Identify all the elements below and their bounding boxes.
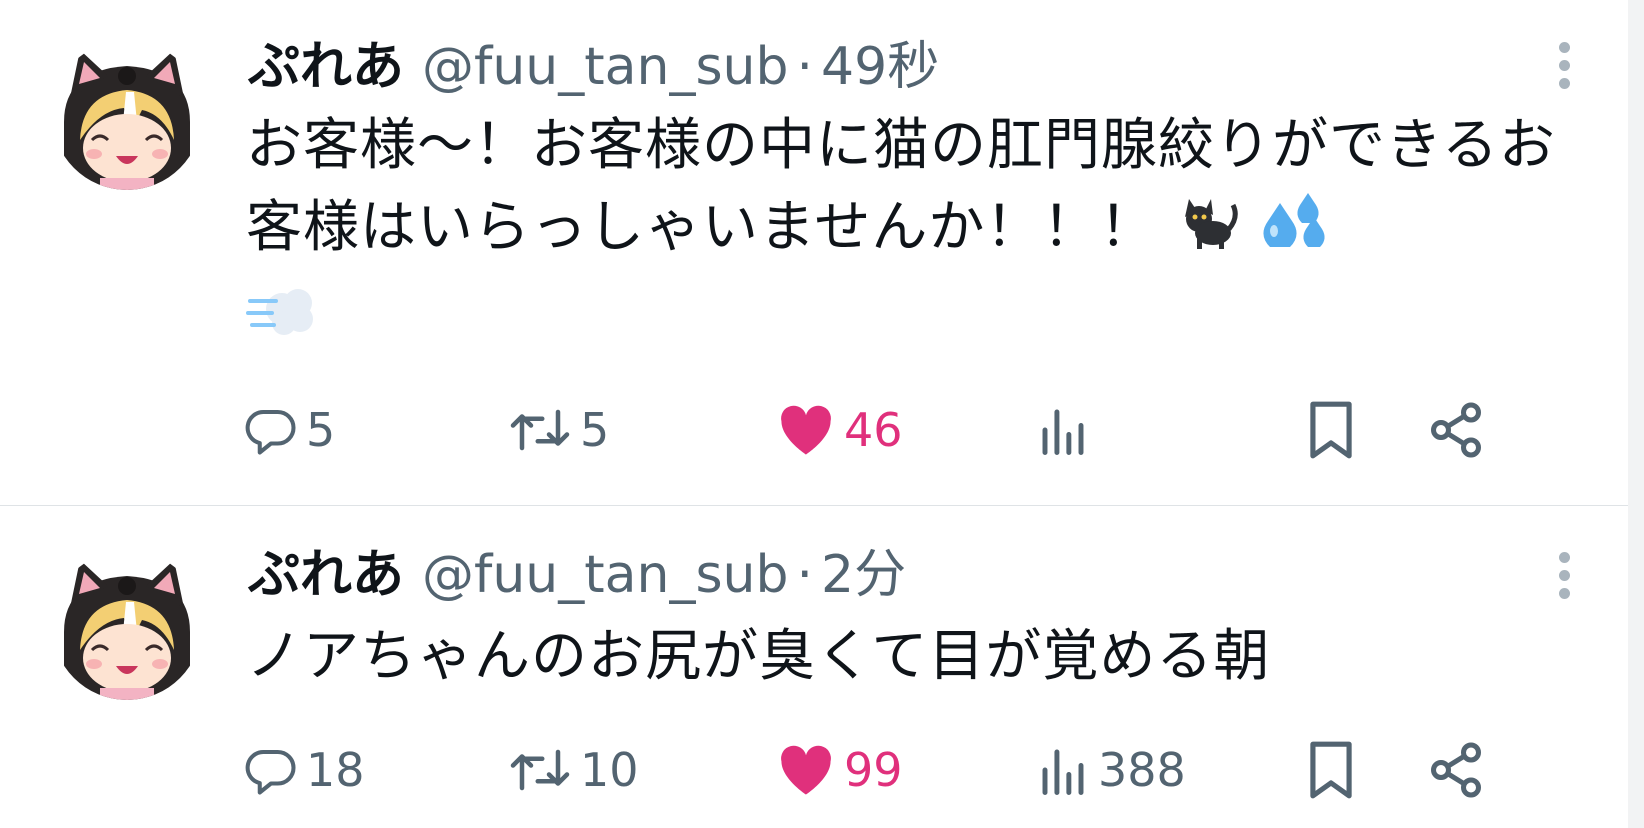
retweet-button[interactable]: 5 (508, 395, 609, 465)
timestamp[interactable]: 49秒 (821, 37, 939, 97)
heart-icon (781, 745, 831, 795)
like-button[interactable]: 99 (776, 735, 903, 805)
scrollbar[interactable] (1628, 0, 1644, 828)
bookmark-icon (1310, 401, 1352, 459)
like-count: 46 (844, 403, 903, 457)
display-name[interactable]: ぷれあ (248, 545, 404, 605)
sweat-droplets-emoji (1258, 187, 1330, 274)
tweet-header: ぷれあ @fuu_tan_sub · 2分 (248, 540, 906, 610)
share-icon (1431, 742, 1481, 798)
retweet-icon (510, 749, 570, 791)
analytics-icon (1042, 409, 1084, 455)
heart-icon (781, 405, 831, 455)
more-options-icon[interactable] (1552, 42, 1576, 98)
bookmark-button[interactable] (1304, 395, 1358, 465)
retweet-button[interactable]: 10 (508, 735, 639, 805)
views-button[interactable] (1036, 395, 1098, 465)
tweet-body: お客様〜！お客様の中に猫の肛門腺絞りができるお客様はいらっしゃいませんか！！！ (246, 113, 1556, 260)
tweet[interactable]: ぷれあ @fuu_tan_sub · 2分 ノアちゃんのお尻が臭くて目が覚める朝 18… (0, 506, 1628, 828)
share-button[interactable] (1426, 735, 1486, 805)
reply-count: 5 (306, 403, 336, 457)
reply-button[interactable]: 18 (244, 735, 365, 805)
black-cat-emoji (1175, 187, 1239, 274)
separator: · (796, 545, 814, 605)
views-button[interactable]: 388 (1036, 735, 1186, 805)
like-count: 99 (844, 743, 903, 797)
reply-button[interactable]: 5 (244, 395, 335, 465)
retweet-count: 5 (580, 403, 610, 457)
retweet-icon (510, 409, 570, 451)
avatar[interactable] (52, 40, 202, 190)
tweet-header: ぷれあ @fuu_tan_sub · 49秒 (248, 32, 939, 102)
bookmark-button[interactable] (1304, 735, 1358, 805)
timestamp[interactable]: 2分 (821, 545, 906, 605)
reply-icon (245, 409, 296, 455)
like-button[interactable]: 46 (776, 395, 903, 465)
separator: · (796, 37, 814, 97)
bookmark-icon (1310, 741, 1352, 799)
display-name[interactable]: ぷれあ (248, 37, 404, 97)
view-count: 388 (1098, 743, 1186, 797)
avatar[interactable] (52, 550, 202, 700)
reply-count: 18 (306, 743, 365, 797)
tweet-body: ノアちゃんのお尻が臭くて目が覚める朝 (246, 624, 1271, 689)
tweet[interactable]: ぷれあ @fuu_tan_sub · 49秒 お客様〜！お客様の中に猫の肛門腺絞りがで… (0, 0, 1628, 505)
handle[interactable]: @fuu_tan_sub (422, 37, 789, 97)
share-icon (1431, 402, 1481, 458)
share-button[interactable] (1426, 395, 1486, 465)
dashing-away-emoji (246, 275, 318, 362)
analytics-icon (1042, 749, 1084, 795)
tweet-actions: 5 5 46 (0, 395, 1628, 465)
tweet-actions: 18 10 99 388 (0, 735, 1628, 805)
retweet-count: 10 (580, 743, 639, 797)
reply-icon (245, 749, 296, 795)
tweet-text: お客様〜！お客様の中に猫の肛門腺絞りができるお客様はいらっしゃいませんか！！！ (246, 105, 1576, 362)
more-options-icon[interactable] (1552, 552, 1576, 608)
tweet-text: ノアちゃんのお尻が臭くて目が覚める朝 (246, 616, 1576, 698)
handle[interactable]: @fuu_tan_sub (422, 545, 789, 605)
